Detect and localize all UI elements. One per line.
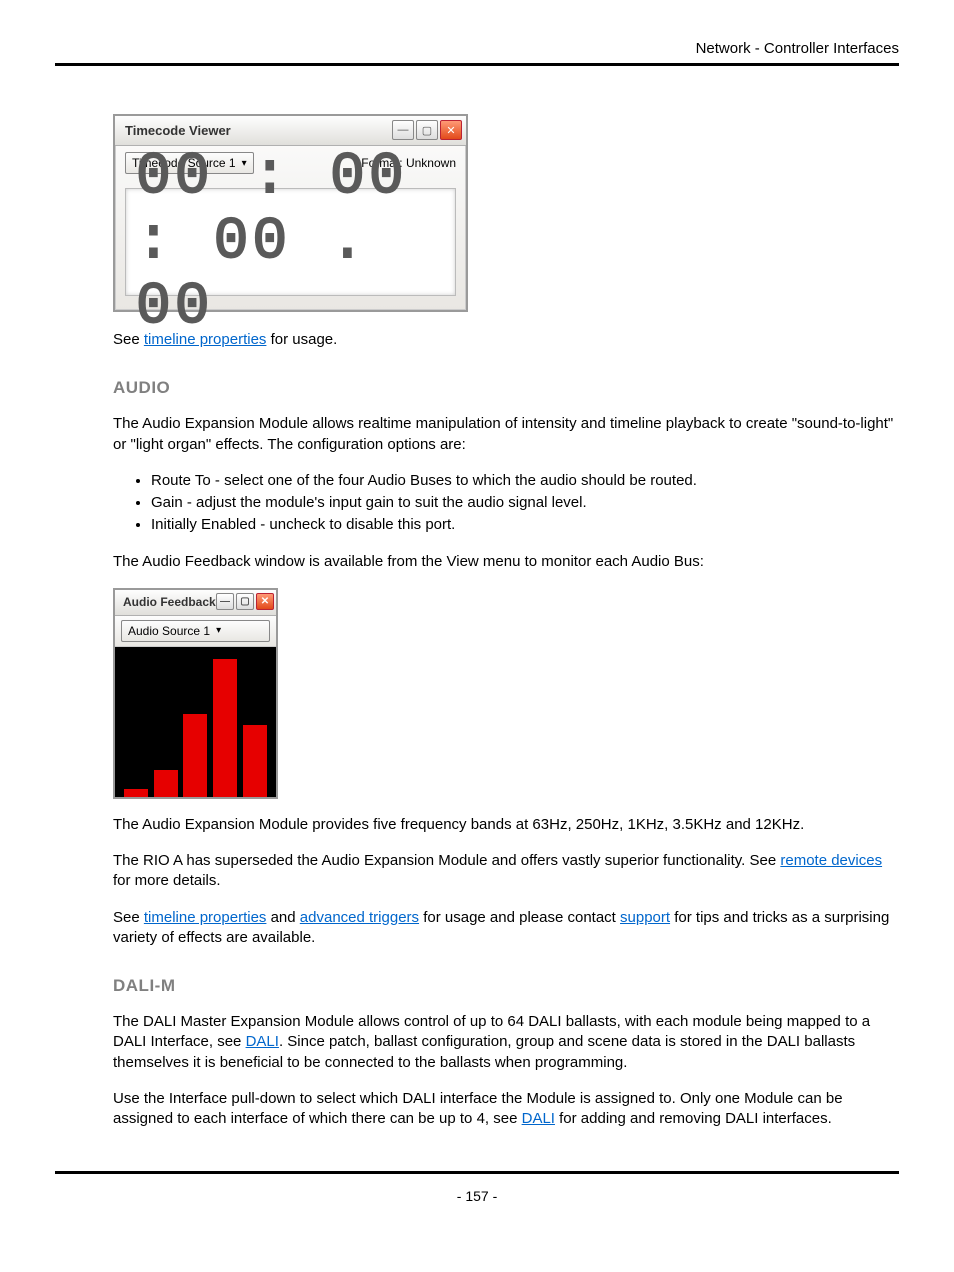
audio-options-list: Route To - select one of the four Audio … — [113, 471, 899, 536]
chart-bar — [154, 770, 178, 797]
paragraph: The Audio Expansion Module provides five… — [113, 815, 899, 835]
audio-feedback-chart — [115, 647, 276, 797]
remote-devices-link[interactable]: remote devices — [780, 852, 882, 869]
timecode-viewer-window: Timecode Viewer — ▢ ✕ Timecode Source 1 … — [113, 114, 468, 312]
paragraph: Use the Interface pull-down to select wh… — [113, 1089, 899, 1130]
advanced-triggers-link[interactable]: advanced triggers — [300, 909, 419, 926]
list-item: Initially Enabled - uncheck to disable t… — [151, 515, 899, 535]
paragraph: The RIO A has superseded the Audio Expan… — [113, 851, 899, 892]
audio-feedback-titlebar[interactable]: Audio Feedback — ▢ ✕ — [115, 590, 276, 616]
timeline-properties-link[interactable]: timeline properties — [144, 331, 267, 348]
text-run: The RIO A has superseded the Audio Expan… — [113, 852, 780, 869]
audio-source-label: Audio Source 1 — [128, 624, 210, 638]
audio-feedback-window: Audio Feedback — ▢ ✕ Audio Source 1 ▾ — [113, 588, 278, 799]
timecode-readout: 00 : 00 : 00 . 00 — [136, 145, 445, 340]
dali-link[interactable]: DALI — [246, 1033, 279, 1050]
chart-bar — [243, 725, 267, 797]
timecode-titlebar[interactable]: Timecode Viewer — ▢ ✕ — [115, 116, 466, 146]
paragraph: The Audio Feedback window is available f… — [113, 552, 899, 572]
dali-link[interactable]: DALI — [522, 1110, 555, 1127]
chart-bar — [213, 659, 237, 797]
close-icon[interactable]: ✕ — [256, 593, 274, 610]
audio-source-select[interactable]: Audio Source 1 ▾ — [121, 620, 270, 642]
timeline-properties-link[interactable]: timeline properties — [144, 909, 267, 926]
text-run: for adding and removing DALI interfaces. — [555, 1110, 832, 1127]
top-rule — [55, 63, 899, 66]
text-run: for usage. — [266, 331, 337, 348]
list-item: Route To - select one of the four Audio … — [151, 471, 899, 491]
dali-heading: DALI-M — [113, 976, 899, 996]
paragraph: The Audio Expansion Module allows realti… — [113, 414, 899, 455]
paragraph: The DALI Master Expansion Module allows … — [113, 1012, 899, 1073]
paragraph: See timeline properties and advanced tri… — [113, 908, 899, 949]
bottom-rule — [55, 1171, 899, 1174]
text-run: for usage and please contact — [419, 909, 620, 926]
chart-bar — [183, 714, 207, 797]
timecode-display: 00 : 00 : 00 . 00 — [125, 188, 456, 296]
timecode-title: Timecode Viewer — [125, 123, 231, 138]
support-link[interactable]: support — [620, 909, 670, 926]
audio-heading: AUDIO — [113, 378, 899, 398]
chevron-down-icon: ▾ — [216, 625, 221, 636]
text-run: for more details. — [113, 872, 221, 889]
minimize-icon[interactable]: — — [216, 593, 234, 610]
list-item: Gain - adjust the module's input gain to… — [151, 493, 899, 513]
close-icon[interactable]: ✕ — [440, 120, 462, 140]
text-run: and — [266, 909, 299, 926]
page-number: - 157 - — [0, 1188, 954, 1204]
minimize-icon[interactable]: — — [392, 120, 414, 140]
maximize-icon[interactable]: ▢ — [416, 120, 438, 140]
chart-bar — [124, 789, 148, 797]
audio-feedback-title: Audio Feedback — [123, 595, 216, 609]
paragraph: See timeline properties for usage. — [113, 330, 899, 350]
maximize-icon[interactable]: ▢ — [236, 593, 254, 610]
breadcrumb: Network - Controller Interfaces — [0, 40, 954, 57]
text-run: See — [113, 909, 144, 926]
text-run: See — [113, 331, 144, 348]
